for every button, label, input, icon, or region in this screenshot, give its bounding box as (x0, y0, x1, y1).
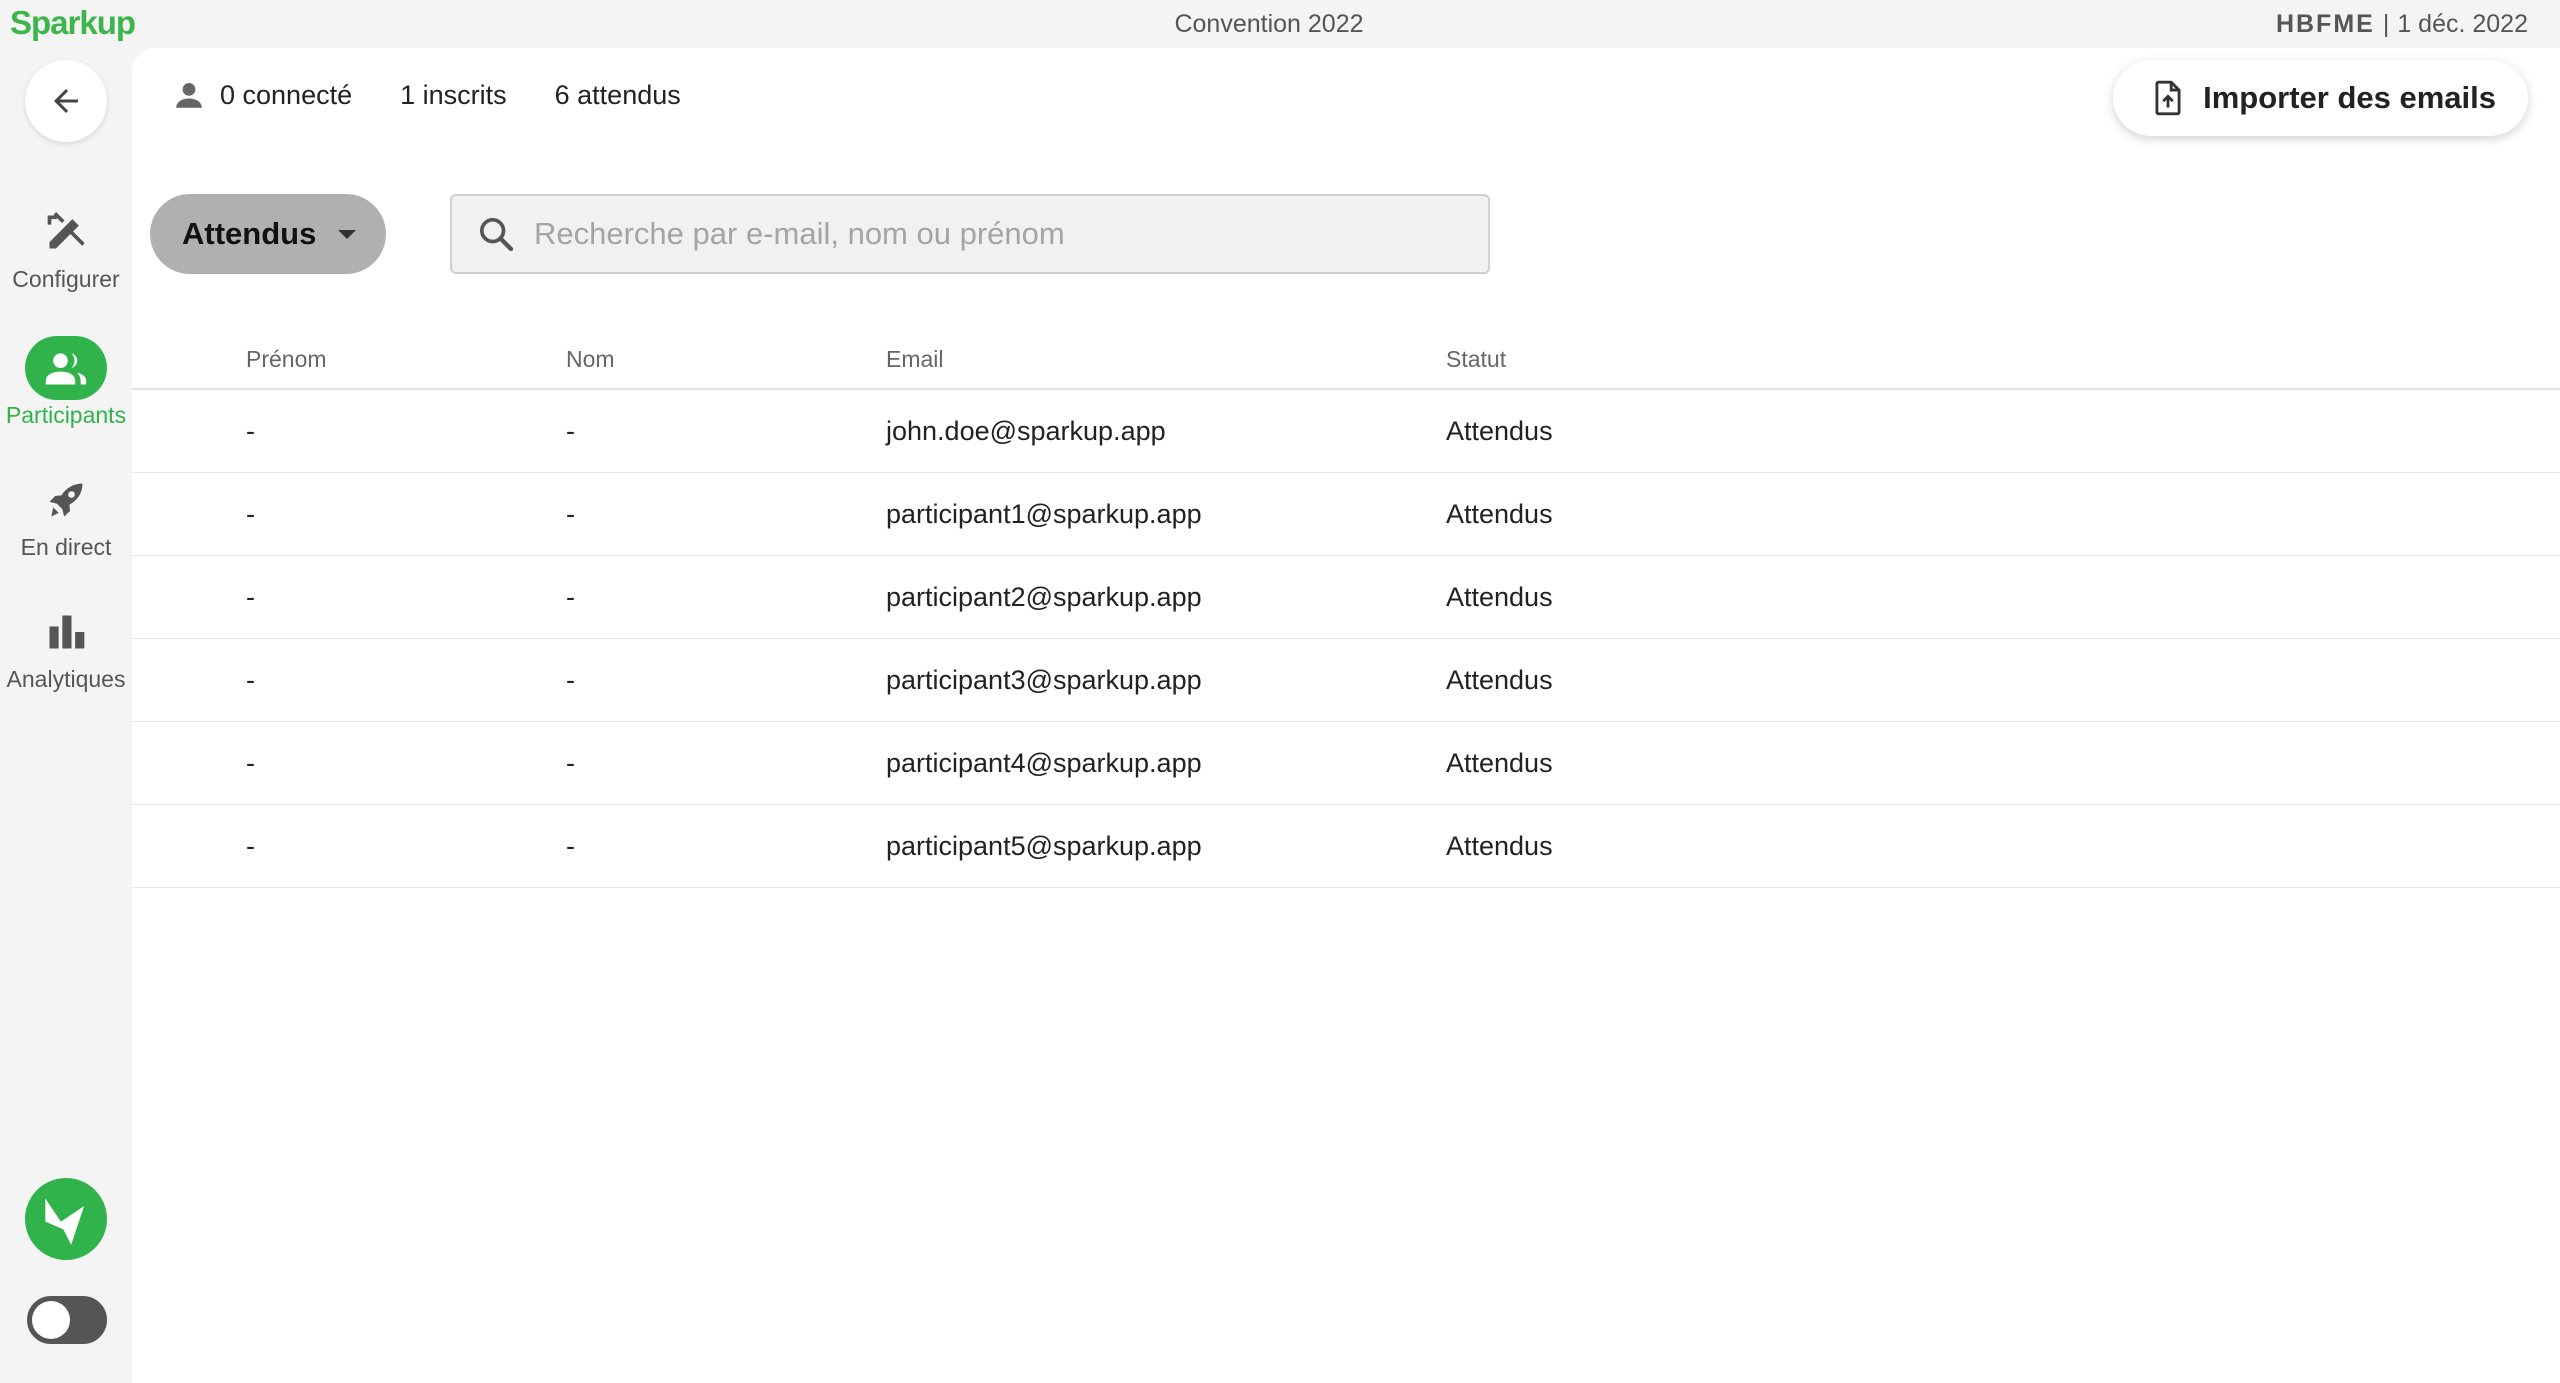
participants-table: Prénom Nom Email Statut - - john.doe@spark… (132, 330, 2560, 888)
search-input[interactable] (532, 215, 1436, 253)
connected-count: 0 connecté (172, 78, 352, 112)
sidebar-item-label: Configurer (12, 266, 120, 292)
main-panel: 0 connecté 1 inscrits 6 attendus Importe… (132, 48, 2560, 1383)
cell-status: Attendus (1446, 747, 1553, 778)
bar-chart-icon (25, 600, 107, 664)
sidebar-item-participants[interactable]: Participants (0, 336, 132, 429)
cell-email: john.doe@sparkup.app (886, 415, 1166, 446)
sidebar-item-label: En direct (20, 534, 112, 560)
cell-firstname: - (246, 498, 255, 529)
table-row[interactable]: - - participant5@sparkup.app Attendus (132, 805, 2560, 888)
caret-down-icon (338, 230, 356, 239)
table-row[interactable]: - - john.doe@sparkup.app Attendus (132, 390, 2560, 473)
cell-lastname: - (566, 581, 575, 612)
cell-status: Attendus (1446, 830, 1553, 861)
table-row[interactable]: - - participant1@sparkup.app Attendus (132, 473, 2560, 556)
cell-lastname: - (566, 830, 575, 861)
column-header-email[interactable]: Email (886, 330, 944, 388)
column-header-firstname[interactable]: Prénom (246, 330, 327, 388)
import-emails-label: Importer des emails (2203, 80, 2496, 115)
cell-email: participant5@sparkup.app (886, 830, 1202, 861)
column-header-status[interactable]: Statut (1446, 330, 1506, 388)
sidebar: Configurer Participants En direct Analyt… (0, 48, 132, 1383)
organization-name: HBFME (2275, 10, 2375, 38)
participant-stats: 0 connecté 1 inscrits 6 attendus (172, 78, 729, 112)
column-header-lastname[interactable]: Nom (566, 330, 615, 388)
status-filter-dropdown[interactable]: Attendus (150, 194, 386, 274)
sidebar-item-label: Analytiques (6, 666, 126, 692)
toggle-knob (32, 1301, 70, 1339)
cell-lastname: - (566, 415, 575, 446)
cell-status: Attendus (1446, 664, 1553, 695)
moon-icon (72, 1308, 85, 1332)
import-emails-button[interactable]: Importer des emails (2113, 60, 2528, 136)
cell-status: Attendus (1446, 498, 1553, 529)
registered-count: 1 inscrits (400, 79, 507, 110)
table-header-row: Prénom Nom Email Statut (132, 330, 2560, 390)
cell-email: participant4@sparkup.app (886, 747, 1202, 778)
sidebar-item-en-direct[interactable]: En direct (0, 468, 132, 561)
sidebar-item-configurer[interactable]: Configurer (0, 200, 132, 293)
cell-firstname: - (246, 664, 255, 695)
cell-email: participant1@sparkup.app (886, 498, 1202, 529)
event-title: Convention 2022 (1174, 10, 1364, 38)
table-row[interactable]: - - participant4@sparkup.app Attendus (132, 722, 2560, 805)
people-icon (25, 336, 107, 400)
top-bar: Sparkup Convention 2022 HBFME | 1 déc. 202… (0, 0, 2560, 48)
sparkup-badge-icon[interactable] (25, 1178, 107, 1260)
search-icon (480, 218, 514, 252)
table-row[interactable]: - - participant2@sparkup.app Attendus (132, 556, 2560, 639)
table-row[interactable]: - - participant3@sparkup.app Attendus (132, 639, 2560, 722)
search-box[interactable] (450, 194, 1490, 274)
cell-firstname: - (246, 581, 255, 612)
cell-email: participant3@sparkup.app (886, 664, 1202, 695)
back-button[interactable] (25, 60, 107, 142)
cell-status: Attendus (1446, 415, 1553, 446)
status-filter-value: Attendus (182, 216, 317, 251)
cell-lastname: - (566, 747, 575, 778)
tools-icon (25, 200, 107, 264)
cell-firstname: - (246, 747, 255, 778)
cell-lastname: - (566, 664, 575, 695)
cell-lastname: - (566, 498, 575, 529)
cell-firstname: - (246, 415, 255, 446)
cell-firstname: - (246, 830, 255, 861)
expected-count: 6 attendus (554, 79, 681, 110)
arrow-left-icon (54, 89, 78, 113)
event-info: HBFME | 1 déc. 2022 (2275, 10, 2528, 38)
event-date: 1 déc. 2022 (2397, 10, 2528, 38)
file-upload-icon (2155, 80, 2181, 116)
person-icon (176, 82, 202, 108)
cell-status: Attendus (1446, 581, 1553, 612)
sidebar-item-analytiques[interactable]: Analytiques (0, 600, 132, 693)
rocket-icon (25, 468, 107, 532)
theme-toggle[interactable] (27, 1296, 107, 1344)
sidebar-item-label: Participants (5, 402, 127, 428)
cell-email: participant2@sparkup.app (886, 581, 1202, 612)
